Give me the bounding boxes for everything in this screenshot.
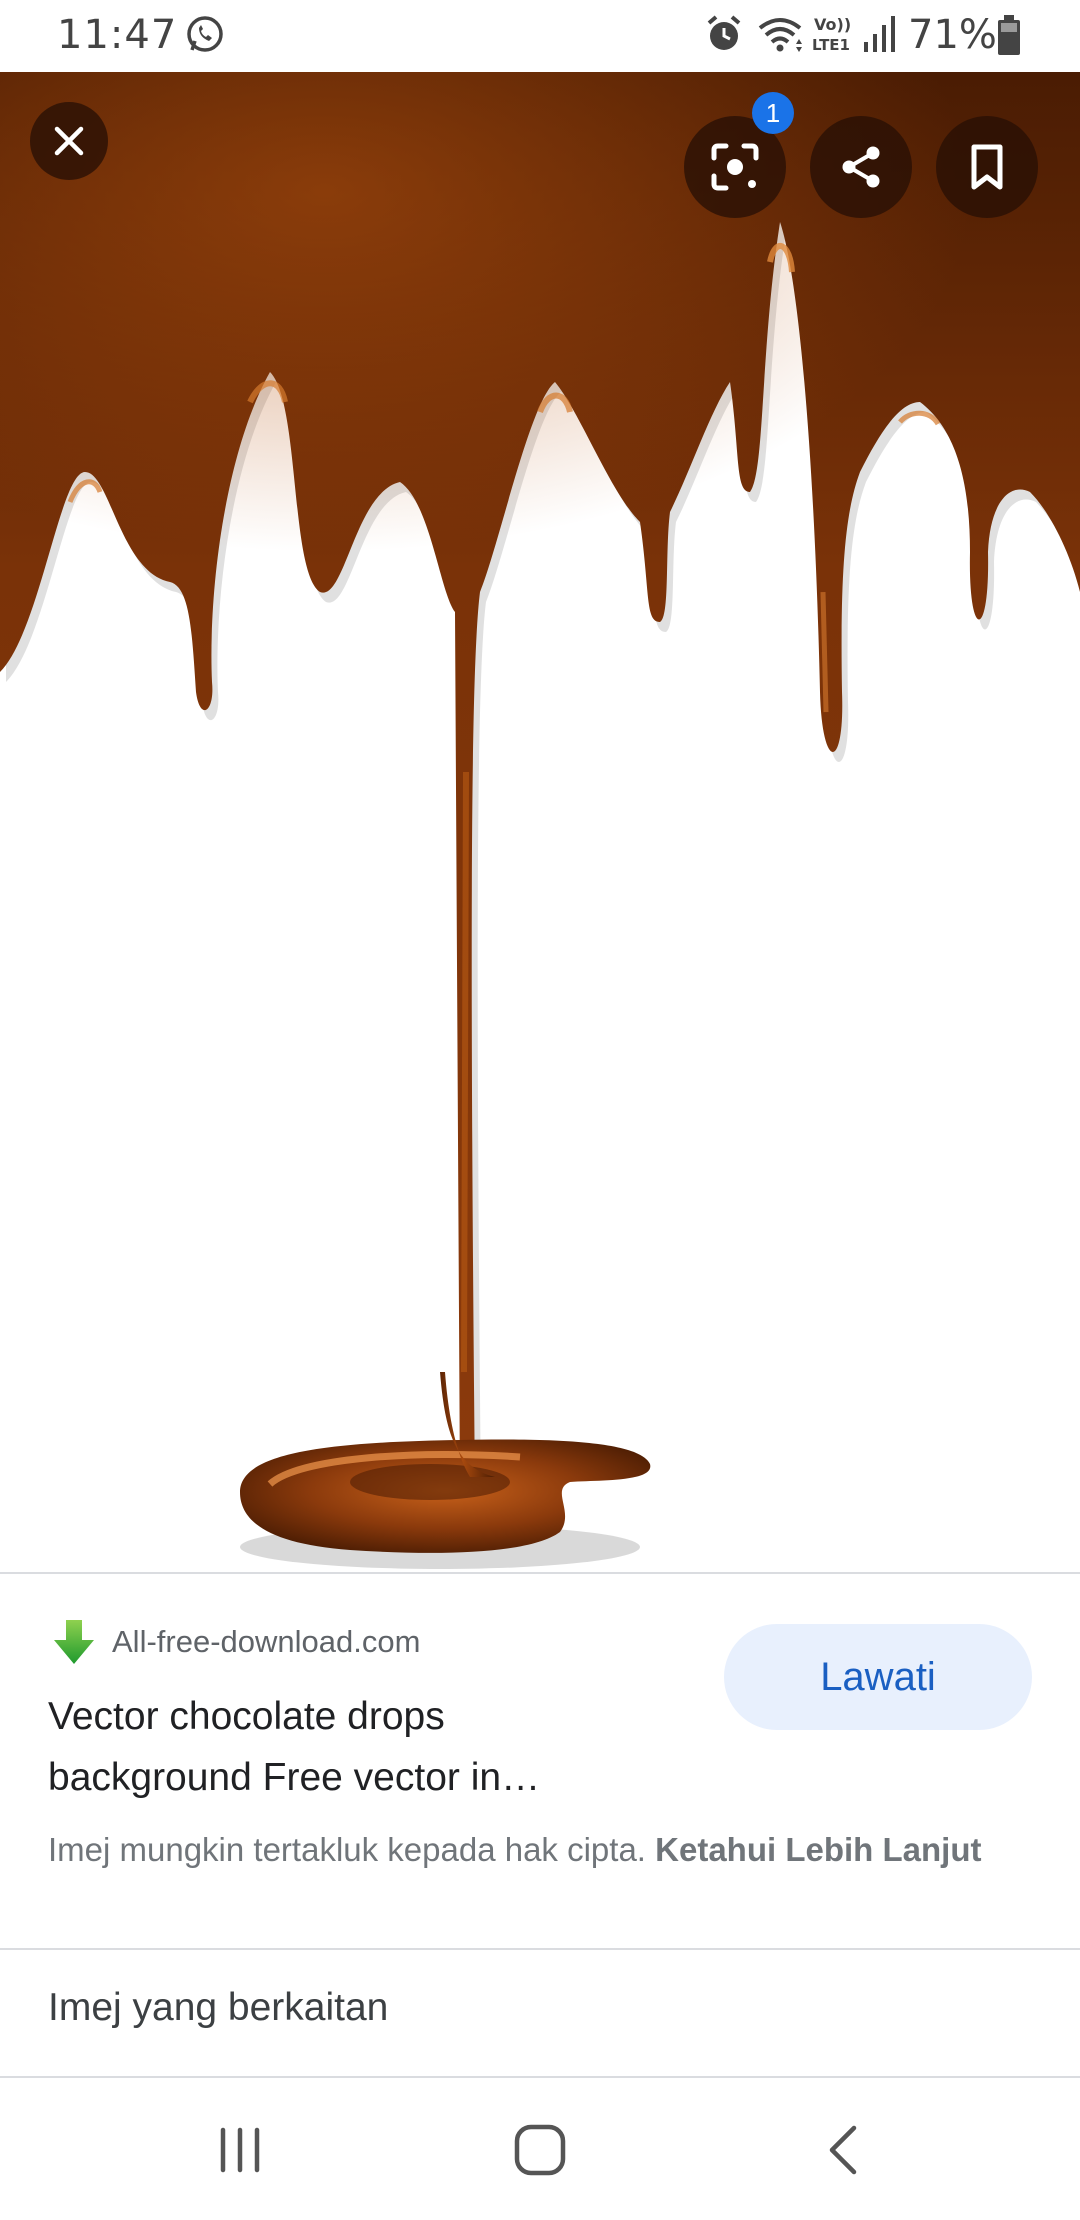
navigation-bar	[0, 2080, 1080, 2220]
alarm-icon	[707, 15, 741, 50]
status-time: 11:47	[57, 12, 178, 58]
divider	[0, 2076, 1080, 2078]
status-bar: 11:47 Vo)) LTE1 71%	[0, 0, 1080, 72]
source-domain: All-free-download.com	[112, 1624, 421, 1659]
wifi-icon	[758, 18, 802, 52]
bookmark-icon	[971, 144, 1003, 190]
svg-text:Vo)): Vo))	[814, 15, 851, 34]
share-icon	[842, 146, 880, 188]
lens-icon	[711, 143, 759, 191]
related-images-label: Imej yang berkaitan	[48, 1986, 389, 2029]
download-arrow-icon	[54, 1620, 94, 1664]
copyright-text: Imej mungkin tertakluk kepada hak cipta.	[48, 1831, 646, 1868]
recents-button[interactable]	[180, 2100, 300, 2200]
home-icon	[514, 2124, 566, 2176]
recents-icon	[220, 2127, 260, 2173]
signal-icon	[864, 16, 895, 52]
home-button[interactable]	[480, 2100, 600, 2200]
svg-text:LTE1: LTE1	[812, 36, 850, 54]
share-button[interactable]	[810, 116, 912, 218]
back-button[interactable]	[784, 2100, 904, 2200]
battery-percent: 71%	[908, 12, 997, 58]
bookmark-button[interactable]	[936, 116, 1038, 218]
chocolate-drip-image	[0, 72, 1080, 1569]
result-title[interactable]: Vector chocolate drops background Free v…	[48, 1686, 628, 1808]
close-button[interactable]	[30, 102, 108, 180]
volte-lte-icon: Vo)) LTE1	[812, 15, 851, 54]
result-info-panel: All-free-download.com Lawati Vector choc…	[0, 1574, 1080, 1948]
battery-icon	[998, 15, 1020, 55]
source-row[interactable]: All-free-download.com	[48, 1614, 420, 1670]
close-icon	[54, 126, 84, 156]
related-images-section[interactable]: Imej yang berkaitan	[0, 1950, 1080, 2078]
back-icon	[829, 2125, 857, 2175]
image-viewer[interactable]: 1	[0, 72, 1080, 1572]
lens-badge: 1	[752, 92, 794, 134]
visit-button[interactable]: Lawati	[724, 1624, 1032, 1730]
whatsapp-icon	[187, 16, 223, 52]
learn-more-link[interactable]: Ketahui Lebih Lanjut	[655, 1831, 981, 1868]
copyright-notice: Imej mungkin tertakluk kepada hak cipta.…	[48, 1826, 1038, 1874]
